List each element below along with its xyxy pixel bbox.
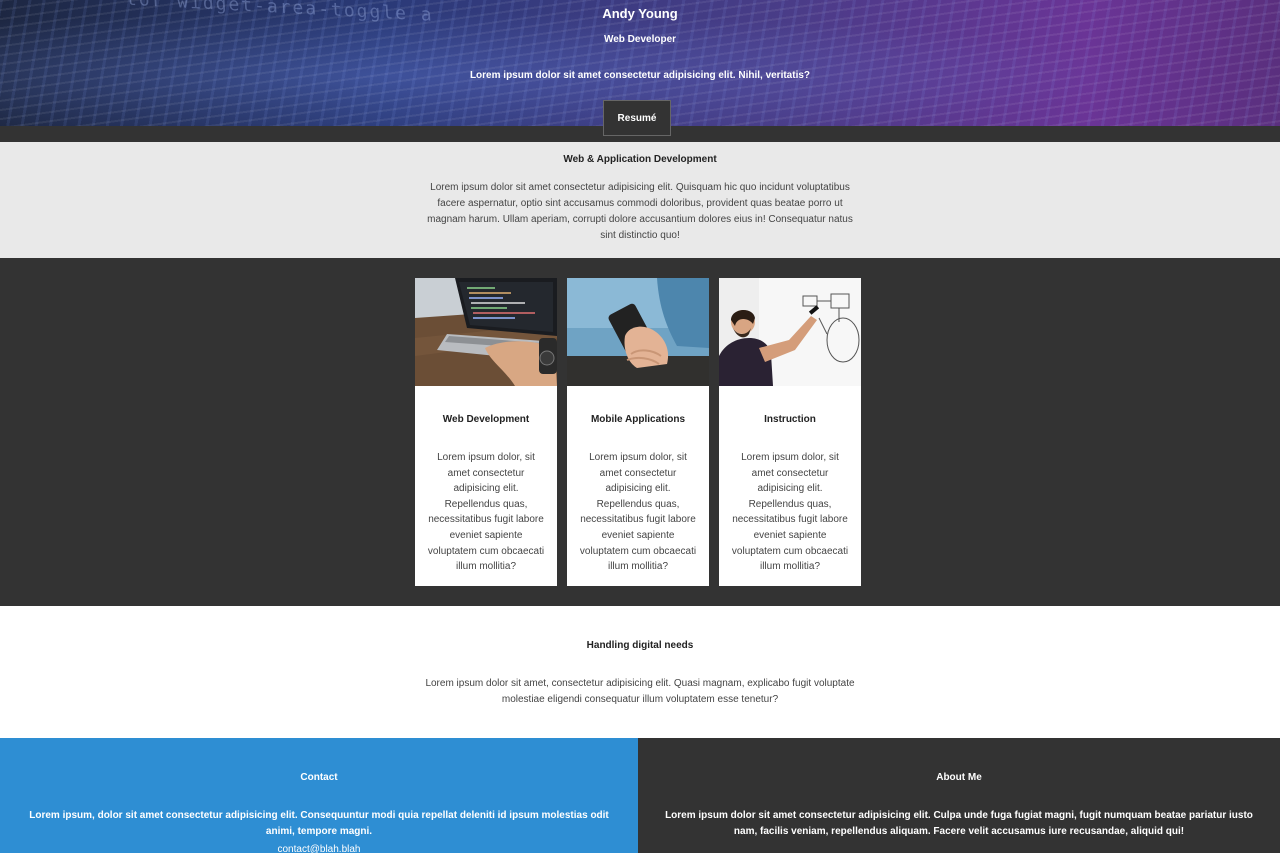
needs-text: Lorem ipsum dolor sit amet, consectetur … xyxy=(425,678,855,705)
service-card-mobile-applications: Mobile Applications Lorem ipsum dolor, s… xyxy=(567,278,709,586)
service-title: Mobile Applications xyxy=(590,414,686,425)
about-section: About Me Lorem ipsum dolor sit amet cons… xyxy=(638,738,1280,853)
contact-section: Contact Lorem ipsum, dolor sit amet cons… xyxy=(0,738,638,855)
hand-holding-phone-image xyxy=(567,278,709,386)
service-description: Lorem ipsum dolor, sit amet consectetur … xyxy=(731,452,849,573)
contact-email-link[interactable]: contact@blah.blah xyxy=(0,844,638,855)
about-text: Lorem ipsum dolor sit amet consectetur a… xyxy=(665,810,1253,837)
man-at-whiteboard-image xyxy=(719,278,861,386)
service-description: Lorem ipsum dolor, sit amet consectetur … xyxy=(579,452,697,573)
service-card-web-development: Web Development Lorem ipsum dolor, sit a… xyxy=(415,278,557,586)
resume-button[interactable]: Resumé xyxy=(603,100,671,136)
intro-heading: Web & Application Development xyxy=(563,154,717,165)
laptop-coding-image xyxy=(415,278,557,386)
services-section: Web Development Lorem ipsum dolor, sit a… xyxy=(0,258,1280,606)
service-card-instruction: Instruction Lorem ipsum dolor, sit amet … xyxy=(719,278,861,586)
needs-heading: Handling digital needs xyxy=(586,640,694,651)
service-description: Lorem ipsum dolor, sit amet consectetur … xyxy=(427,452,545,573)
intro-text: Lorem ipsum dolor sit amet consectetur a… xyxy=(427,182,853,241)
contact-heading: Contact xyxy=(300,772,338,783)
hero-tagline: Lorem ipsum dolor sit amet consectetur a… xyxy=(469,70,811,81)
contact-text: Lorem ipsum, dolor sit amet consectetur … xyxy=(29,810,609,837)
intro-section: Web & Application Development Lorem ipsu… xyxy=(0,142,1280,258)
hero-job-title: Web Developer xyxy=(603,34,677,45)
about-heading: About Me xyxy=(936,772,982,783)
digital-needs-section: Handling digital needs Lorem ipsum dolor… xyxy=(0,606,1280,738)
hero-name: Andy Young xyxy=(602,6,678,21)
service-title: Instruction xyxy=(764,414,816,425)
service-title: Web Development xyxy=(442,414,530,425)
